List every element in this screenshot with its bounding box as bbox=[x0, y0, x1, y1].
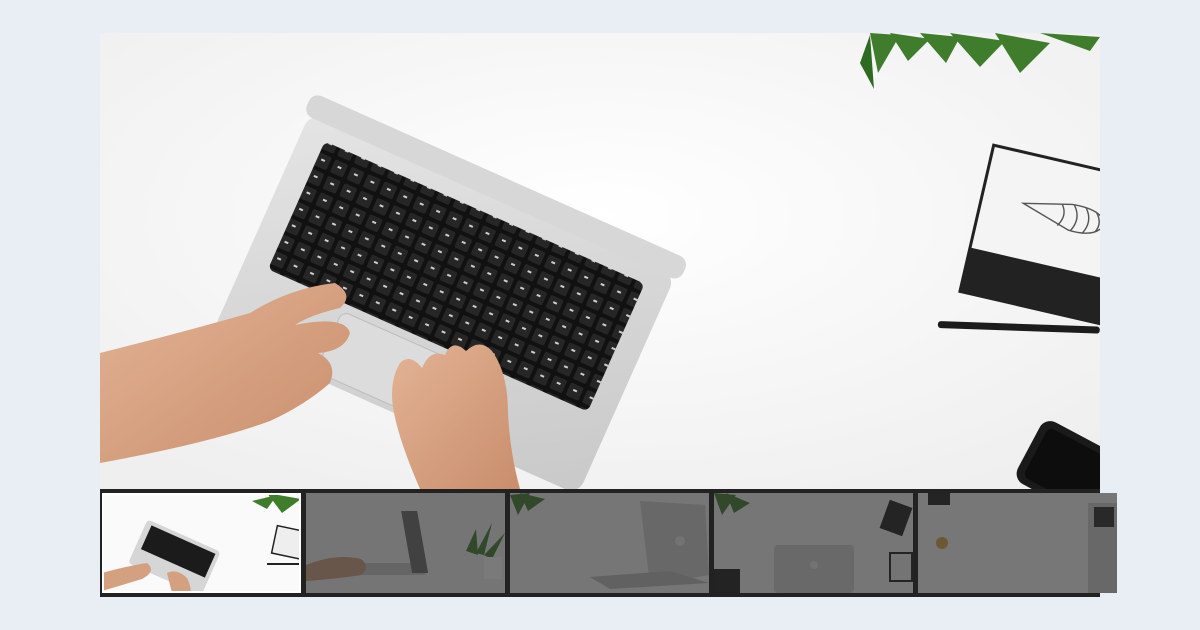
thumbnail-strip bbox=[100, 489, 1117, 597]
thumbnail-4[interactable] bbox=[714, 493, 913, 593]
thumbnail-1[interactable] bbox=[102, 493, 301, 593]
main-photo-laptop-desk bbox=[100, 33, 1100, 489]
thumbnail-dim-overlay bbox=[918, 493, 1117, 593]
main-image-viewer[interactable] bbox=[100, 33, 1100, 489]
thumbnail-dim-overlay bbox=[714, 493, 913, 593]
image-gallery bbox=[100, 33, 1117, 597]
thumbnail-dim-overlay bbox=[306, 493, 505, 593]
thumbnail-3[interactable] bbox=[510, 493, 709, 593]
thumbnail-5[interactable] bbox=[918, 493, 1117, 593]
thumbnail-2[interactable] bbox=[306, 493, 505, 593]
thumbnail-dim-overlay bbox=[510, 493, 709, 593]
